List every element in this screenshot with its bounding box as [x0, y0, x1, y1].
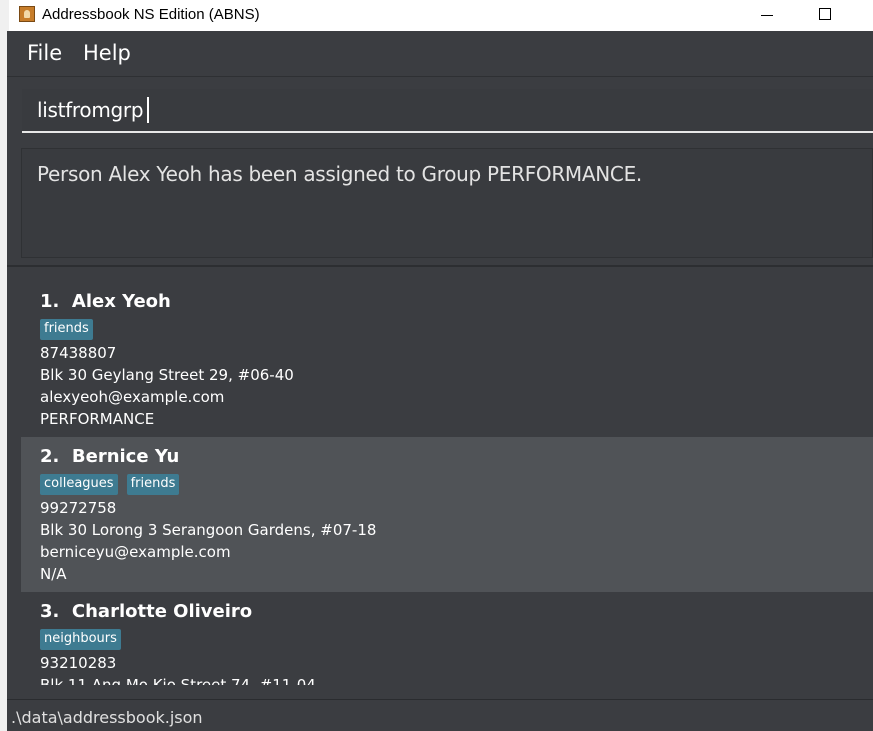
tag: friends [40, 319, 93, 340]
tag-list: friends [40, 319, 93, 340]
app-window: File Help listfromgrp Person Alex Yeoh h… [7, 31, 873, 731]
person-phone: 87438807 [40, 344, 117, 362]
status-bar: .\data\addressbook.json [7, 699, 873, 731]
person-group: PERFORMANCE [40, 410, 155, 428]
tag-list: colleagues friends [40, 474, 180, 495]
tag: colleagues [40, 474, 118, 495]
tag: friends [126, 474, 180, 495]
maximize-button[interactable] [802, 0, 848, 31]
person-card-selected[interactable]: 2. Bernice Yu colleagues friends 9927275… [21, 437, 873, 592]
menu-bar: File Help [7, 31, 873, 77]
person-card[interactable]: 1. Alex Yeoh friends 87438807 Blk 30 Gey… [21, 282, 873, 437]
command-area: listfromgrp [7, 77, 873, 141]
person-phone: 93210283 [40, 654, 117, 672]
menu-file[interactable]: File [27, 41, 62, 65]
text-caret [147, 97, 150, 123]
person-list[interactable]: 1. Alex Yeoh friends 87438807 Blk 30 Gey… [21, 282, 873, 685]
result-message: Person Alex Yeoh has been assigned to Gr… [37, 162, 642, 186]
person-phone: 99272758 [40, 499, 117, 517]
command-input-text: listfromgrp [37, 97, 150, 123]
person-group: N/A [40, 565, 67, 583]
person-address: Blk 30 Lorong 3 Serangoon Gardens, #07-1… [40, 521, 377, 539]
panel-divider [7, 265, 873, 267]
window-title: Addressbook NS Edition (ABNS) [42, 6, 260, 23]
title-bar[interactable]: Addressbook NS Edition (ABNS) [9, 0, 873, 31]
command-input[interactable]: listfromgrp [22, 89, 873, 133]
person-name: 2. Bernice Yu [40, 446, 180, 467]
minimize-icon [761, 15, 773, 16]
maximize-icon [819, 7, 831, 20]
tag: neighbours [40, 629, 121, 650]
result-display: Person Alex Yeoh has been assigned to Gr… [21, 148, 873, 258]
menu-help[interactable]: Help [83, 41, 131, 65]
person-name: 1. Alex Yeoh [40, 291, 171, 312]
person-name: 3. Charlotte Oliveiro [40, 601, 253, 622]
tag-list: neighbours [40, 629, 121, 650]
person-email: alexyeoh@example.com [40, 388, 225, 406]
addressbook-app-icon [19, 6, 35, 22]
person-address: Blk 30 Geylang Street 29, #06-40 [40, 366, 294, 384]
command-value: listfromgrp [37, 98, 144, 122]
person-email: berniceyu@example.com [40, 543, 231, 561]
minimize-button[interactable] [744, 0, 790, 31]
person-address: Blk 11 Ang Mo Kio Street 74, #11-04 [40, 676, 316, 685]
save-location: .\data\addressbook.json [11, 708, 203, 727]
person-card[interactable]: 3. Charlotte Oliveiro neighbours 9321028… [21, 592, 873, 685]
screen: Addressbook NS Edition (ABNS) File Help … [0, 0, 873, 731]
